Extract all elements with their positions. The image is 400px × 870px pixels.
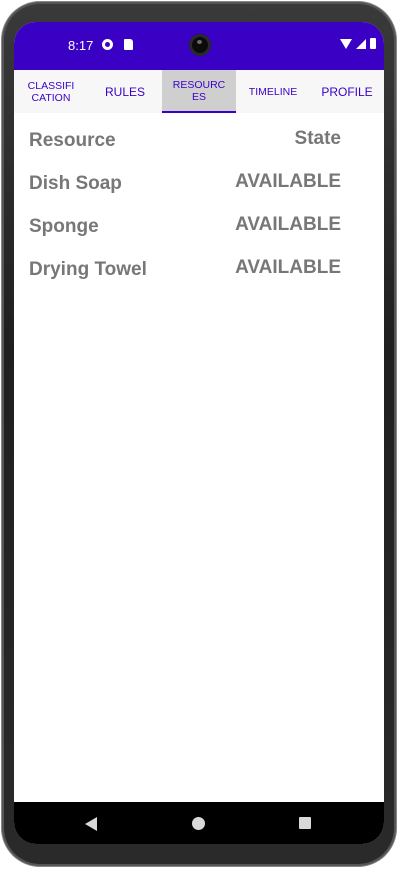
tab-classification[interactable]: CLASSIFI CATION <box>14 70 88 113</box>
resource-state: AVAILABLE <box>235 171 341 192</box>
resource-name: Dish Soap <box>29 173 122 194</box>
status-indicators <box>340 38 376 49</box>
status-bar: 8:17 <box>14 22 384 70</box>
screen: 8:17 CLASSIFI CATION RULES RESOURC ES TI… <box>14 22 384 844</box>
table-row[interactable]: Drying Towel AVAILABLE <box>14 242 384 285</box>
navigation-bar <box>14 802 384 844</box>
resource-name: Sponge <box>29 216 99 237</box>
tab-label: PROFILE <box>321 84 373 99</box>
back-icon[interactable] <box>85 817 97 831</box>
table-header-row: Resource State <box>14 113 384 156</box>
wifi-icon <box>340 38 352 49</box>
front-camera-icon <box>189 34 211 56</box>
tab-label: TIMELINE <box>248 85 298 98</box>
home-icon[interactable] <box>192 817 205 830</box>
resource-state: AVAILABLE <box>235 214 341 235</box>
column-header-state: State <box>294 128 341 149</box>
signal-icon <box>356 38 366 49</box>
resource-state: AVAILABLE <box>235 257 341 278</box>
tab-bar: CLASSIFI CATION RULES RESOURC ES TIMELIN… <box>14 70 384 113</box>
battery-icon <box>370 38 376 49</box>
column-header-resource: Resource <box>29 130 116 151</box>
status-time: 8:17 <box>68 38 94 53</box>
tab-label: RULES <box>104 84 145 99</box>
tab-timeline[interactable]: TIMELINE <box>236 70 310 113</box>
device: 8:17 CLASSIFI CATION RULES RESOURC ES TI… <box>0 0 400 870</box>
recents-icon[interactable] <box>299 817 311 829</box>
app-notification-icon <box>102 39 113 50</box>
tab-rules[interactable]: RULES <box>88 70 162 113</box>
resources-table: Resource State Dish Soap AVAILABLE Spong… <box>14 113 384 285</box>
sd-card-icon <box>124 39 133 50</box>
tab-label: RESOURC ES <box>172 78 226 103</box>
table-row[interactable]: Sponge AVAILABLE <box>14 199 384 242</box>
tab-profile[interactable]: PROFILE <box>310 70 384 113</box>
tab-resources[interactable]: RESOURC ES <box>162 70 236 113</box>
table-row[interactable]: Dish Soap AVAILABLE <box>14 156 384 199</box>
resource-name: Drying Towel <box>29 259 147 280</box>
tab-label: CLASSIFI CATION <box>27 79 75 104</box>
